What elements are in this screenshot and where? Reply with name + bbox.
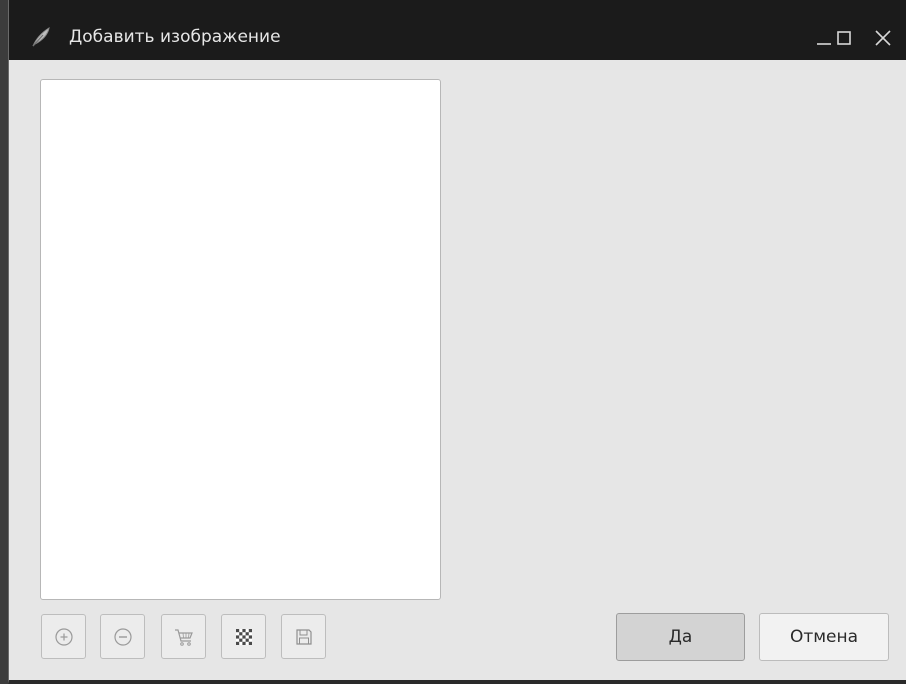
window-title: Добавить изображение	[69, 27, 281, 47]
cart-icon	[173, 626, 195, 648]
ok-button[interactable]: Да	[616, 613, 745, 661]
app-feather-icon	[29, 25, 53, 49]
save-button[interactable]	[281, 614, 326, 659]
add-icon	[54, 627, 74, 647]
remove-icon	[113, 627, 133, 647]
close-icon[interactable]	[871, 26, 895, 50]
remove-image-button[interactable]	[100, 614, 145, 659]
image-list[interactable]	[40, 79, 441, 600]
checkerboard-icon	[234, 627, 254, 647]
title-bar[interactable]: Добавить изображение	[9, 0, 906, 60]
maximize-icon[interactable]	[832, 26, 856, 50]
cart-button[interactable]	[161, 614, 206, 659]
transparency-button[interactable]	[221, 614, 266, 659]
add-image-button[interactable]	[41, 614, 86, 659]
add-image-dialog: Добавить изображение Да Отмена	[8, 0, 906, 684]
save-icon	[294, 627, 314, 647]
cancel-button[interactable]: Отмена	[759, 613, 889, 661]
